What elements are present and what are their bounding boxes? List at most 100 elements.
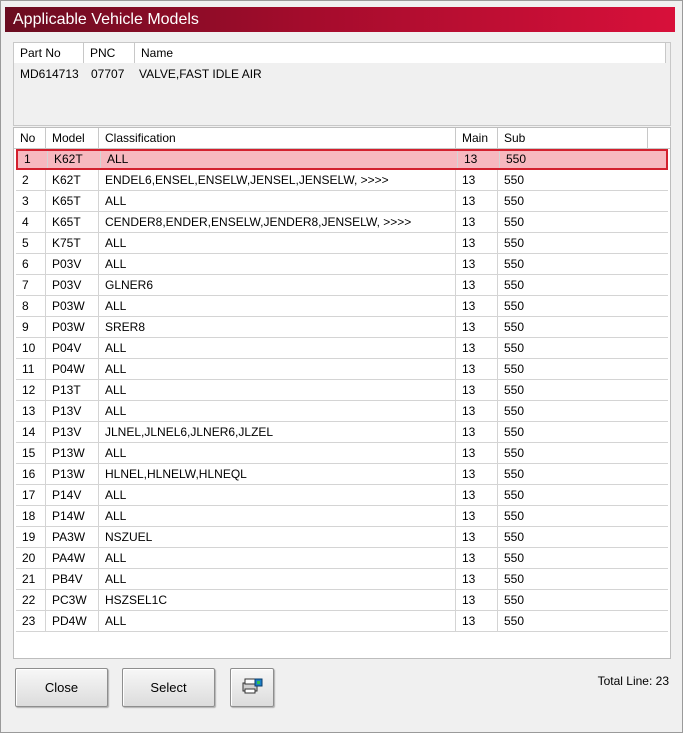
cell-main: 13 (456, 296, 498, 316)
table-header: No Model Classification Main Sub (14, 128, 670, 149)
cell-sub: 550 (504, 614, 525, 628)
cell-classification: ALL (99, 296, 456, 316)
table-row[interactable]: 2 K62T ENDEL6,ENSEL,ENSELW,JENSEL,JENSELW,… (16, 170, 668, 191)
cell-classification: ALL (99, 569, 456, 589)
table-row[interactable]: 14 P13V JLNEL,JLNEL6,JLNER6,JLZEL 13 550 (16, 422, 668, 443)
table-row[interactable]: 5 K75T ALL 13 550 (16, 233, 668, 254)
cell-model: P04W (46, 359, 99, 379)
cell-main: 13 (456, 464, 498, 484)
cell-model: P14W (46, 506, 99, 526)
cell-no: 15 (16, 443, 46, 463)
cell-classification: ENDEL6,ENSEL,ENSELW,JENSEL,JENSELW, >>>> (99, 170, 456, 190)
cell-main: 13 (458, 151, 500, 168)
cell-sub: 550 (506, 152, 527, 166)
column-no[interactable]: No (14, 128, 46, 149)
cell-classification: ALL (99, 485, 456, 505)
table-row[interactable]: 11 P04W ALL 13 550 (16, 359, 668, 380)
cell-main: 13 (456, 170, 498, 190)
column-main[interactable]: Main (456, 128, 498, 149)
cell-no: 3 (16, 191, 46, 211)
table-row[interactable]: 21 PB4V ALL 13 550 (16, 569, 668, 590)
cell-classification: HLNEL,HLNELW,HLNEQL (99, 464, 456, 484)
cell-no: 6 (16, 254, 46, 274)
cell-no: 14 (16, 422, 46, 442)
select-button[interactable]: Select (122, 668, 215, 707)
table-row[interactable]: 4 K65T CENDER8,ENDER,ENSELW,JENDER8,JENSEL… (16, 212, 668, 233)
cell-model: P13V (46, 422, 99, 442)
cell-sub: 550 (504, 530, 525, 544)
cell-model: K62T (46, 170, 99, 190)
cell-classification: ALL (99, 380, 456, 400)
cell-sub: 550 (504, 425, 525, 439)
cell-classification: ALL (99, 401, 456, 421)
cell-classification: NSZUEL (99, 527, 456, 547)
cell-sub: 550 (504, 320, 525, 334)
print-button[interactable] (230, 668, 274, 707)
table-row[interactable]: 9 P03W SRER8 13 550 (16, 317, 668, 338)
cell-classification: ALL (101, 151, 458, 168)
table-row[interactable]: 13 P13V ALL 13 550 (16, 401, 668, 422)
table-row[interactable]: 15 P13W ALL 13 550 (16, 443, 668, 464)
cell-no: 5 (16, 233, 46, 253)
table-row[interactable]: 7 P03V GLNER6 13 550 (16, 275, 668, 296)
table-row[interactable]: 23 PD4W ALL 13 550 (16, 611, 668, 632)
cell-sub: 550 (504, 509, 525, 523)
cell-no: 1 (18, 151, 48, 168)
part-no-value: MD614713 (20, 67, 79, 81)
cell-model: PD4W (46, 611, 99, 631)
cell-main: 13 (456, 443, 498, 463)
cell-no: 18 (16, 506, 46, 526)
cell-sub: 550 (504, 341, 525, 355)
cell-classification: JLNEL,JLNEL6,JLNER6,JLZEL (99, 422, 456, 442)
cell-classification: ALL (99, 191, 456, 211)
table-row[interactable]: 8 P03W ALL 13 550 (16, 296, 668, 317)
cell-classification: ALL (99, 443, 456, 463)
column-sub[interactable]: Sub (498, 128, 648, 149)
table-row[interactable]: 1 K62T ALL 13 550 (16, 149, 668, 170)
cell-classification: ALL (99, 338, 456, 358)
cell-sub: 550 (504, 446, 525, 460)
cell-main: 13 (456, 422, 498, 442)
table-row[interactable]: 16 P13W HLNEL,HLNELW,HLNEQL 13 550 (16, 464, 668, 485)
cell-model: P04V (46, 338, 99, 358)
cell-sub: 550 (504, 404, 525, 418)
table-row[interactable]: 18 P14W ALL 13 550 (16, 506, 668, 527)
header-part-no[interactable]: Part No (14, 43, 84, 63)
cell-main: 13 (456, 611, 498, 631)
cell-no: 2 (16, 170, 46, 190)
table-row[interactable]: 17 P14V ALL 13 550 (16, 485, 668, 506)
cell-sub: 550 (504, 572, 525, 586)
table-row[interactable]: 3 K65T ALL 13 550 (16, 191, 668, 212)
table-row[interactable]: 20 PA4W ALL 13 550 (16, 548, 668, 569)
table-row[interactable]: 6 P03V ALL 13 550 (16, 254, 668, 275)
cell-no: 23 (16, 611, 46, 631)
cell-sub: 550 (504, 383, 525, 397)
printer-icon (242, 678, 263, 694)
applicable-vehicle-models-window: Applicable Vehicle Models Part No PNC Na… (0, 0, 683, 733)
cell-classification: ALL (99, 254, 456, 274)
cell-main: 13 (456, 485, 498, 505)
header-pnc[interactable]: PNC (84, 43, 135, 63)
table-row[interactable]: 12 P13T ALL 13 550 (16, 380, 668, 401)
table-row[interactable]: 22 PC3W HSZSEL1C 13 550 (16, 590, 668, 611)
cell-main: 13 (456, 506, 498, 526)
column-model[interactable]: Model (46, 128, 99, 149)
cell-classification: ALL (99, 548, 456, 568)
cell-model: PA3W (46, 527, 99, 547)
cell-main: 13 (456, 569, 498, 589)
close-button[interactable]: Close (15, 668, 108, 707)
cell-no: 10 (16, 338, 46, 358)
cell-no: 19 (16, 527, 46, 547)
header-name[interactable]: Name (135, 43, 666, 63)
cell-no: 20 (16, 548, 46, 568)
cell-model: K75T (46, 233, 99, 253)
cell-main: 13 (456, 590, 498, 610)
table-row[interactable]: 10 P04V ALL 13 550 (16, 338, 668, 359)
cell-model: K65T (46, 191, 99, 211)
part-info-row: MD614713 07707 VALVE,FAST IDLE AIR (14, 65, 654, 83)
cell-model: P13V (46, 401, 99, 421)
column-classification[interactable]: Classification (99, 128, 456, 149)
cell-model: PA4W (46, 548, 99, 568)
vehicle-models-table[interactable]: No Model Classification Main Sub 1 K62T AL… (13, 127, 671, 659)
table-row[interactable]: 19 PA3W NSZUEL 13 550 (16, 527, 668, 548)
